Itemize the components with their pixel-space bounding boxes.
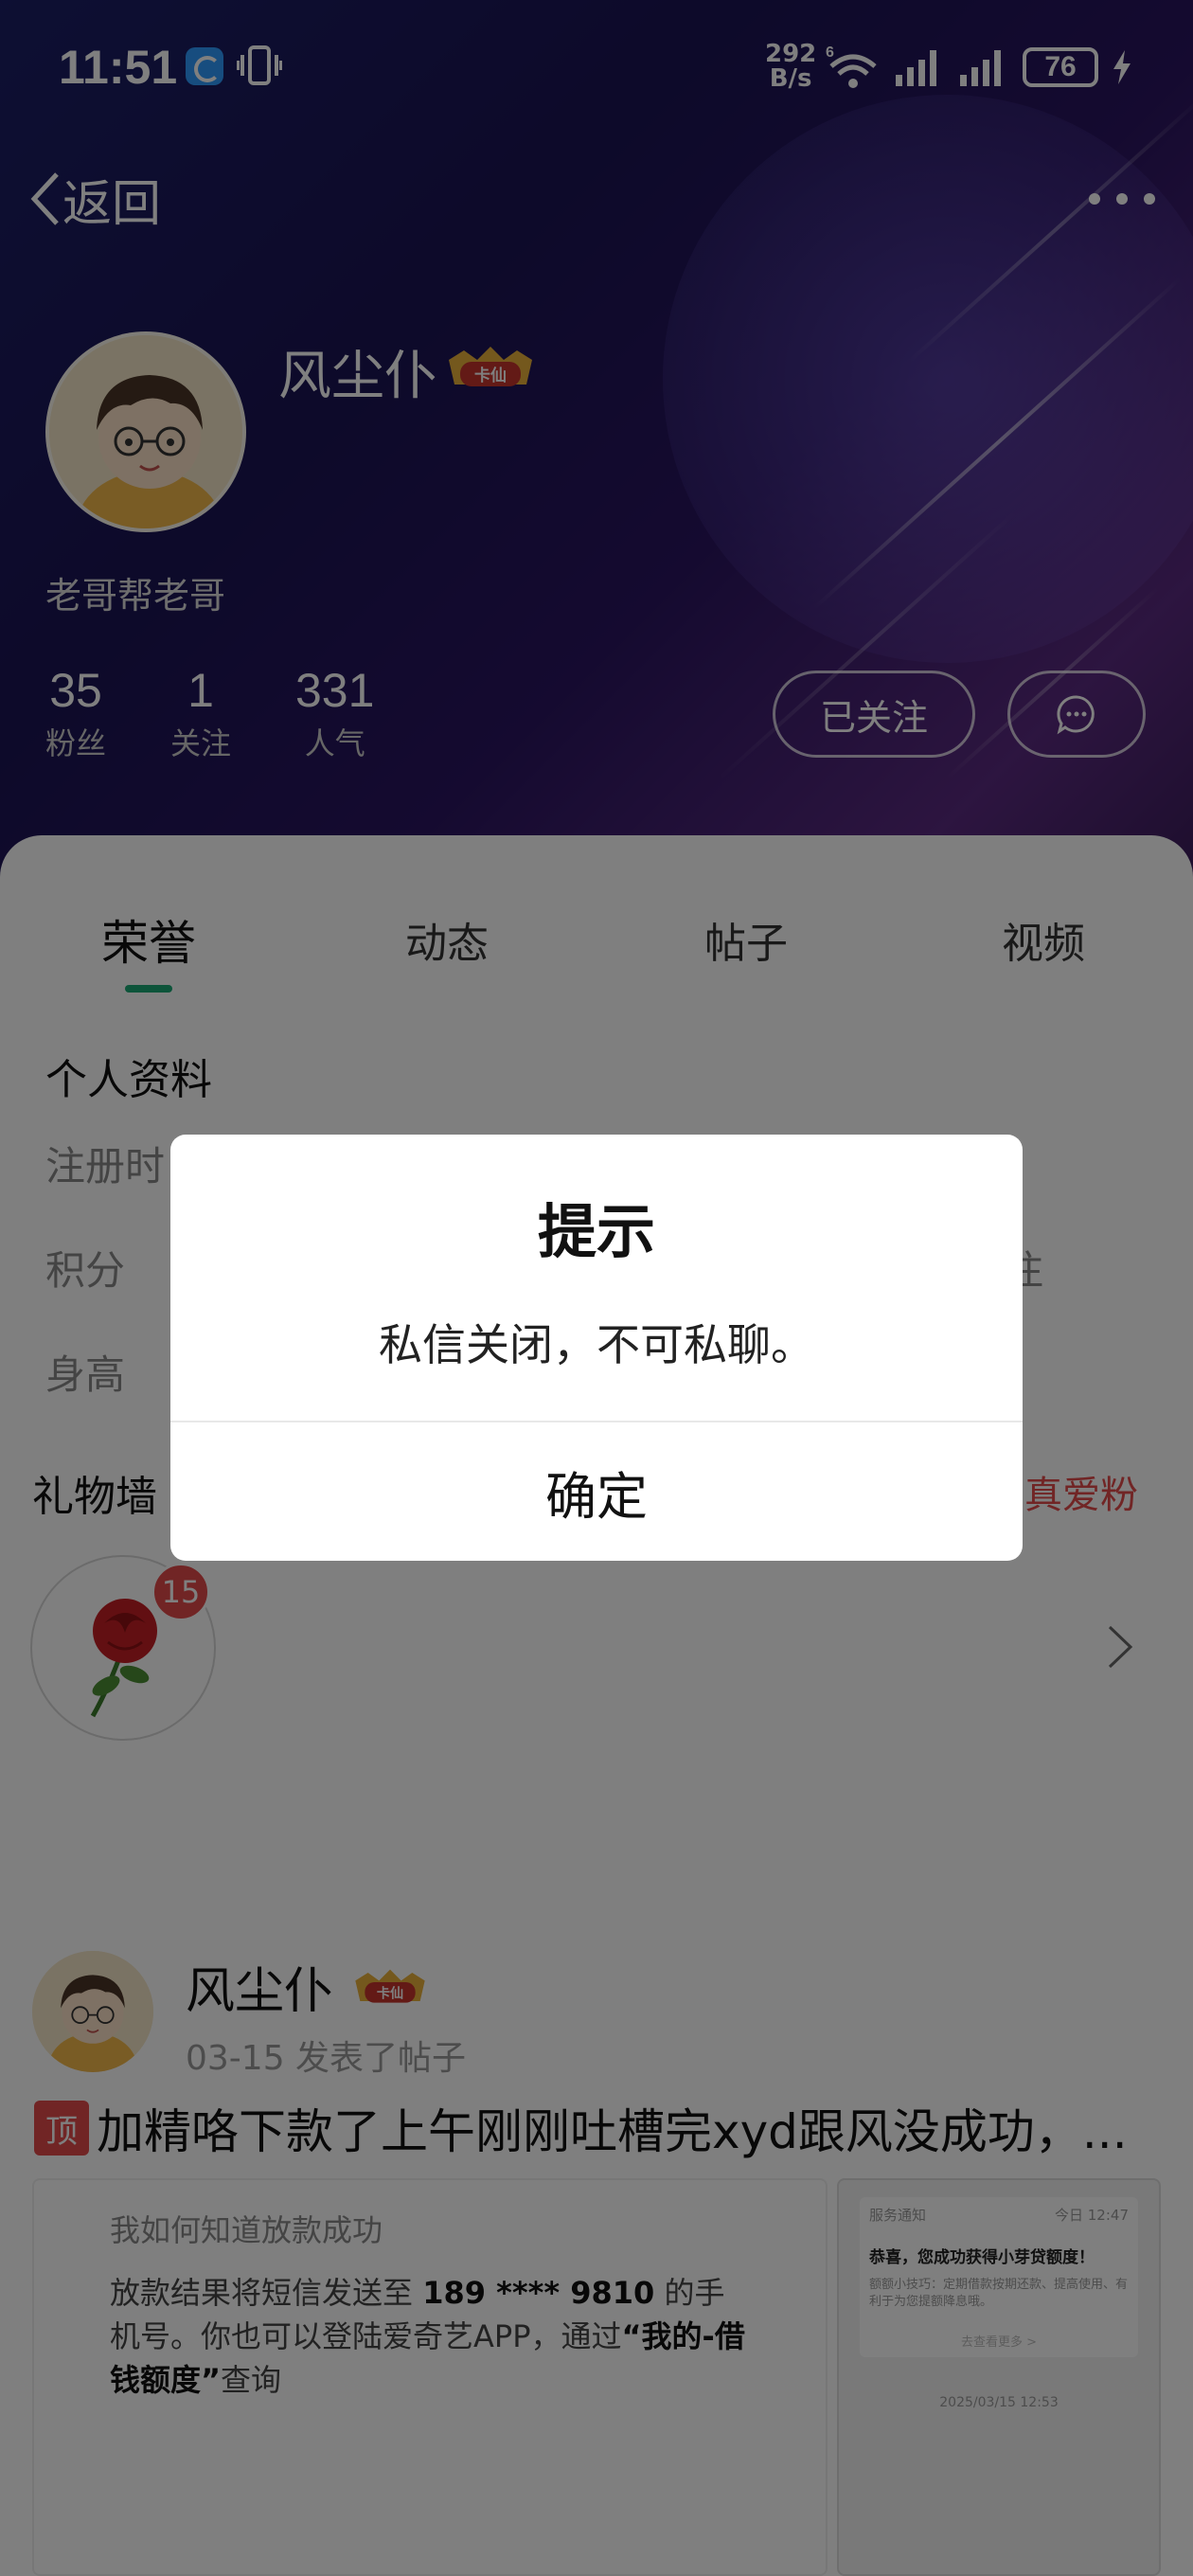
dialog-title: 提示 bbox=[537, 1197, 655, 1266]
dialog-message: 私信关闭，不可私聊。 bbox=[379, 1319, 814, 1370]
alert-dialog: 提示 私信关闭，不可私聊。 确定 bbox=[170, 1135, 1023, 1561]
confirm-button[interactable]: 确定 bbox=[170, 1422, 1023, 1561]
